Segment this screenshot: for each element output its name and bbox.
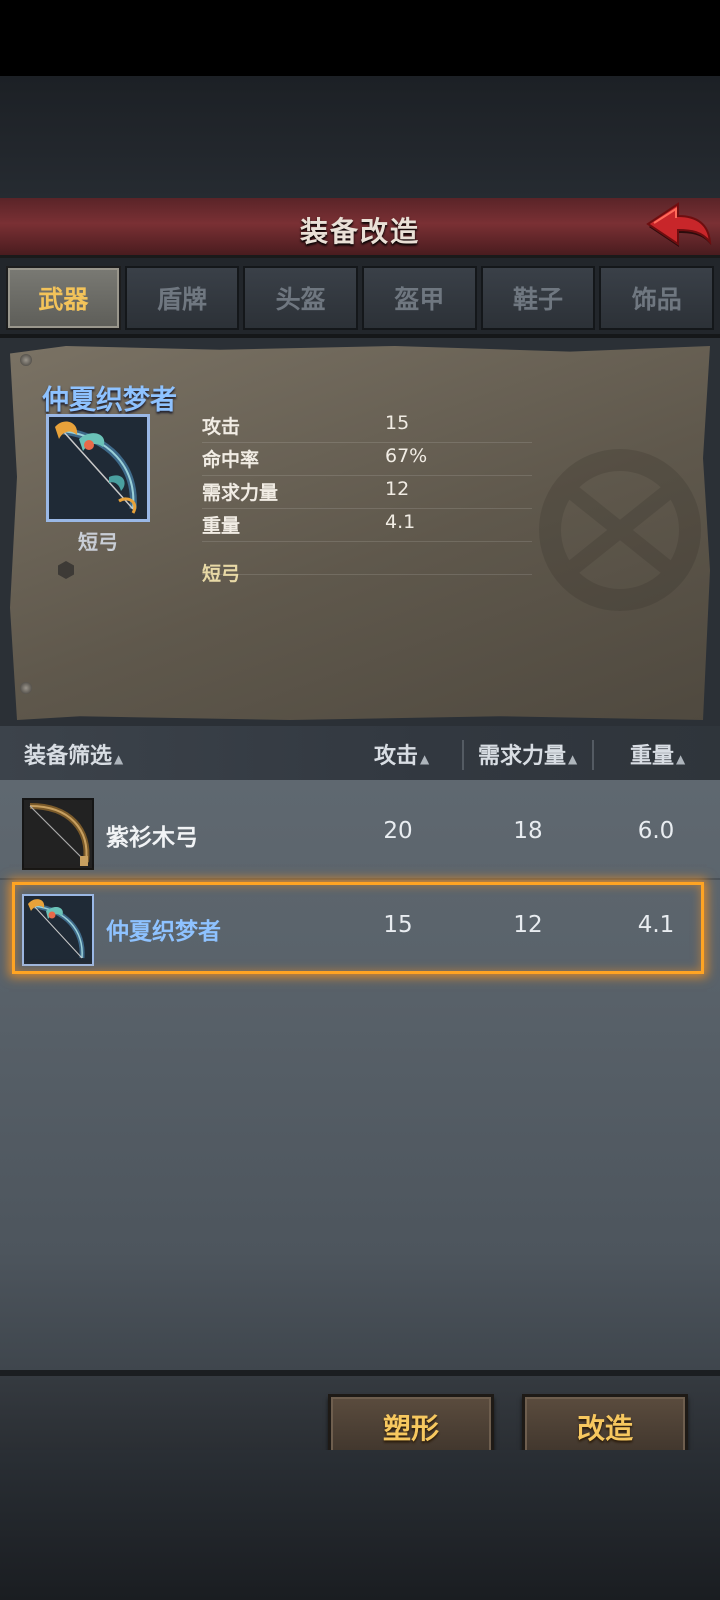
gem-slot-icon	[58, 561, 74, 579]
tab-armor[interactable]: 盔甲	[362, 266, 477, 330]
strength-value: 18	[513, 818, 543, 844]
sort-arrow-icon: ▲	[420, 752, 430, 766]
tab-label: 头盔	[275, 285, 326, 314]
category-tabs: 武器 盾牌 头盔 盔甲 鞋子 饰品	[6, 266, 715, 334]
stat-label: 攻击	[202, 416, 241, 438]
tab-weapon[interactable]: 武器	[6, 266, 121, 330]
item-type: 短弓	[78, 530, 118, 554]
sort-arrow-icon: ▲	[568, 752, 578, 766]
bow-icon	[49, 417, 147, 519]
sort-arrow-icon: ▲	[114, 752, 124, 766]
sort-arrow-icon: ▲	[676, 752, 686, 766]
back-arrow-icon	[646, 202, 712, 247]
attack-value: 20	[383, 818, 413, 844]
item-icon-frame[interactable]	[46, 414, 150, 522]
back-button[interactable]	[644, 200, 714, 254]
status-bar	[0, 0, 720, 76]
weight-header-label: 重量	[630, 744, 675, 769]
page-title: 装备改造	[299, 215, 420, 248]
wooden-bow-icon	[24, 800, 92, 868]
tab-label: 盔甲	[394, 285, 445, 314]
title-bar: 装备改造	[0, 198, 720, 258]
modify-label: 改造	[576, 1412, 633, 1445]
tab-label: 饰品	[631, 285, 682, 314]
stat-label: 需求力量	[202, 482, 279, 504]
item-thumbnail	[22, 798, 94, 870]
attack-header-label: 攻击	[374, 744, 419, 769]
stat-label: 重量	[202, 515, 241, 537]
tab-helmet[interactable]: 头盔	[243, 266, 359, 330]
rivet-icon	[20, 682, 32, 694]
tab-label: 鞋子	[513, 285, 564, 314]
stat-row-weight: 重量 4.1	[202, 509, 532, 542]
selection-highlight	[12, 882, 704, 974]
stat-value: 15	[385, 412, 410, 434]
filter-header-label: 装备筛选	[24, 744, 113, 769]
background-bottom	[0, 1450, 720, 1600]
stat-value: 12	[385, 478, 410, 500]
stat-value: 4.1	[385, 511, 416, 533]
stat-label: 命中率	[202, 449, 260, 471]
header-divider	[592, 740, 594, 770]
background-top	[0, 76, 720, 198]
tab-label: 盾牌	[157, 285, 208, 314]
reshape-label: 塑形	[382, 1412, 439, 1445]
tab-label: 武器	[38, 285, 89, 314]
rivet-icon	[20, 354, 32, 366]
attack-header[interactable]: 攻击 ▲	[374, 738, 429, 770]
filter-header[interactable]: 装备筛选 ▲	[24, 738, 123, 770]
stat-row-attack: 攻击 15	[202, 410, 532, 443]
tab-accessory[interactable]: 饰品	[599, 266, 715, 330]
stat-row-tag	[202, 542, 532, 575]
strength-header-label: 需求力量	[478, 744, 567, 769]
item-category-tag: 短弓	[202, 563, 241, 585]
stat-row-accuracy: 命中率 67%	[202, 443, 532, 476]
tab-shoes[interactable]: 鞋子	[480, 266, 596, 330]
stat-row-strength: 需求力量 12	[202, 476, 532, 509]
header-divider	[462, 740, 464, 770]
list-item[interactable]: 紫衫木弓 20 18 6.0	[0, 790, 720, 876]
row-divider	[0, 878, 720, 880]
weight-header[interactable]: 重量 ▲	[630, 738, 685, 770]
tab-shield[interactable]: 盾牌	[124, 266, 240, 330]
emblem-watermark-icon	[539, 449, 701, 611]
strength-header[interactable]: 需求力量 ▲	[478, 738, 577, 770]
item-name: 仲夏织梦者	[42, 385, 177, 416]
weight-value: 6.0	[637, 818, 675, 844]
stat-value: 67%	[385, 445, 428, 467]
item-name: 紫衫木弓	[106, 825, 198, 851]
